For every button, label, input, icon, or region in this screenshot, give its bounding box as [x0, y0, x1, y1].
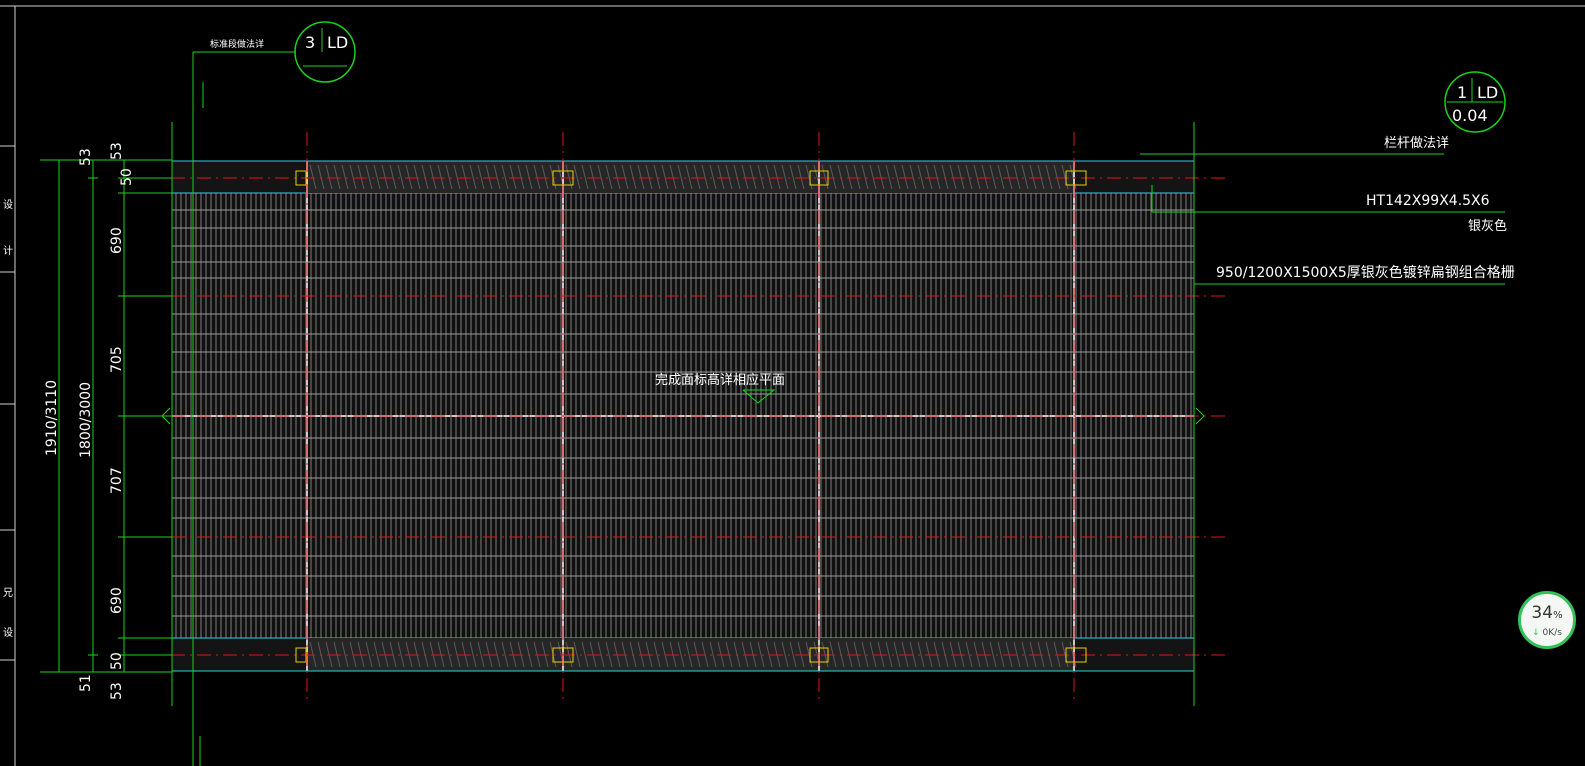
- dim-53-top-b: 53: [109, 142, 125, 160]
- download-arrow-icon: ↓: [1532, 628, 1540, 638]
- svg-text:LD: LD: [327, 33, 348, 52]
- steel-section-note: HT142X99X4.5X6: [1366, 193, 1490, 209]
- svg-text:3: 3: [305, 33, 315, 52]
- dim-705: 705: [109, 346, 125, 373]
- svg-text:计: 计: [3, 244, 13, 257]
- speed-rate: ↓ 0K/s: [1532, 628, 1562, 638]
- grating-note: 950/1200X1500X5厚银灰色镀锌扁钢组合格栅: [1216, 264, 1515, 281]
- dim-690-bottom: 690: [109, 587, 125, 614]
- color-note: 银灰色: [1468, 218, 1507, 234]
- dim-53-top: 53: [78, 148, 94, 166]
- dim-total-a: 1910/3110: [44, 380, 60, 456]
- svg-text:设: 设: [3, 627, 13, 639]
- svg-text:完成面标高详相应平面: 完成面标高详相应平面: [655, 372, 785, 388]
- svg-text:设: 设: [3, 199, 13, 211]
- top-detail-label: 标准段做法详: [210, 38, 264, 50]
- speed-percent: 34%: [1531, 603, 1563, 623]
- cad-drawing-canvas[interactable]: 设 计 兄 设 53 53 50 690 705 707 690 50 53 5…: [0, 0, 1585, 766]
- svg-text:兄: 兄: [3, 587, 13, 599]
- dim-707: 707: [109, 467, 125, 494]
- dim-53-bottom: 53: [109, 682, 125, 700]
- dim-51-bottom: 51: [78, 674, 94, 692]
- svg-text:LD: LD: [1477, 83, 1498, 102]
- dim-50-top: 50: [119, 168, 135, 186]
- network-speed-widget[interactable]: 34% ↓ 0K/s: [1518, 591, 1576, 649]
- svg-text:1: 1: [1457, 83, 1467, 102]
- railing-note: 栏杆做法详: [1384, 136, 1449, 151]
- dim-690-top: 690: [109, 227, 125, 254]
- svg-text:0.04: 0.04: [1452, 106, 1488, 125]
- dim-50-bottom: 50: [109, 652, 125, 670]
- dim-total-b: 1800/3000: [78, 382, 94, 458]
